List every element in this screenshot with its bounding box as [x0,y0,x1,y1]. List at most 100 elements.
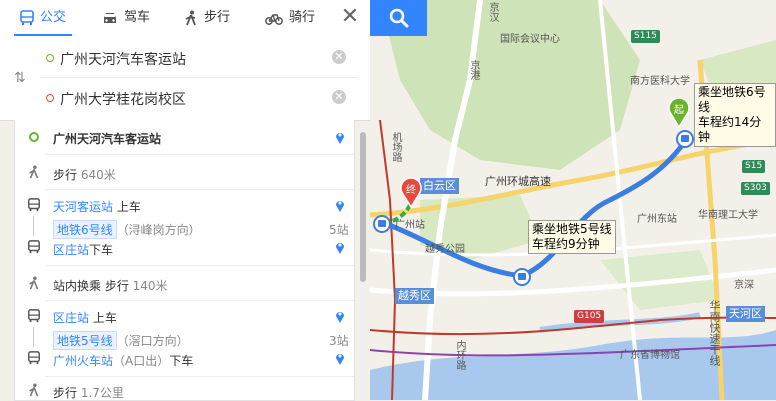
alight-2-text: 广州火车站（A口出）下车 [53,352,193,369]
destination-input[interactable]: 广州大学桂花岗校区 [60,89,186,109]
route-steps: 广州天河汽车客运站 步行 640米 天河客运站 上车 地铁6号线 （浔峰岗方向） … [14,120,355,401]
transfer-text: 站内换乘 步行 140米 [53,277,168,294]
shield-s15: S15 [742,160,766,173]
alight-1-action: 下车 [89,243,114,257]
map-label-neihuan: 内环路 [454,340,465,370]
line-2-direction: （滘口方向） [116,334,189,348]
location-pin-icon[interactable] [335,309,345,323]
walk-icon [29,165,39,179]
step-start: 广州天河汽车客运站 [15,120,354,154]
callout-line6: 乘坐地铁6号线 车程约14分钟 [694,83,776,147]
metro-station-icon[interactable] [513,268,531,286]
line-1-direction: （浔峰岗方向） [116,223,201,237]
transfer-label: 站内换乘 步行 [53,279,129,293]
origin-input[interactable]: 广州天河汽车客运站 [60,49,186,69]
transfer-distance: 140米 [132,279,168,293]
destination-field[interactable]: 广州大学桂花岗校区 ✕ [40,78,346,118]
map-label-museum: 广东省博物馆 [620,350,680,361]
shield-g105: G105 [574,310,605,323]
line-6-tag[interactable]: 地铁6号线 [53,220,117,239]
map-label-guangzhou-east: 广州东站 [637,214,677,225]
walk-icon [29,383,39,397]
mode-tabs: 公交 驾车 步行 骑行 ✕ [0,0,370,37]
step-walk-2[interactable]: 步行 1.7公里 [15,377,354,401]
alight-1-station[interactable]: 区庄站 [53,243,89,257]
tab-transit-label: 公交 [40,10,67,25]
map-label-yuexiu-park: 越秀公园 [425,244,465,255]
start-circle-icon [29,132,39,142]
line-1-stops: 5站 [329,223,349,237]
walk-2-distance: 1.7公里 [80,386,124,400]
start-pin-icon[interactable]: 起 [668,98,690,128]
end-pin-icon[interactable]: 终 [400,178,422,208]
board-1-text: 天河客运站 上车 [53,198,141,215]
board-1-action: 上车 [116,200,141,214]
start-station: 广州天河汽车客运站 [53,132,162,146]
metro-icon [28,351,40,365]
walk-1-text: 步行 640米 [53,166,116,183]
walk-1-label: 步行 [53,168,78,182]
clear-destination-icon[interactable]: ✕ [332,90,346,104]
map-label-jingwang: 京港 [468,60,479,80]
swap-icon[interactable]: ⇅ [14,70,26,86]
tab-bike[interactable]: 骑行 [265,0,315,36]
origin-field[interactable]: 广州天河汽车客运站 ✕ [40,38,346,78]
tab-walk[interactable]: 步行 [184,0,230,36]
callout-line6-time: 车程约14分钟 [698,115,762,144]
walk-2-text: 步行 1.7公里 [53,384,124,401]
metro-station-icon[interactable] [676,130,694,148]
metro-station-icon[interactable] [373,215,391,233]
map-label-jichang: 机场路 [390,132,401,162]
scrollbar-thumb[interactable] [360,132,366,282]
board-2-action: 上车 [92,311,117,325]
district-yuexiu: 越秀区 [395,288,434,304]
board-2-station[interactable]: 区庄站 [53,311,89,325]
bike-icon [265,13,283,25]
metro-icon [28,309,40,323]
clear-origin-icon[interactable]: ✕ [332,50,346,64]
step-walk-1[interactable]: 步行 640米 [15,155,354,189]
board-1-station[interactable]: 天河客运站 [53,200,113,214]
alight-2-exit: （A口出） [113,354,170,368]
destination-dot-icon [46,94,54,102]
tab-bike-label: 骑行 [289,10,316,25]
alight-1-text: 区庄站下车 [53,241,113,258]
map-label-jingxi: 京汉 [487,2,498,22]
callout-line6-title: 乘坐地铁6号线 [698,85,766,114]
step-transfer[interactable]: 站内换乘 步行 140米 [15,266,354,300]
map-label-jingyue: 京深 [734,280,754,291]
tab-walk-label: 步行 [204,10,231,25]
location-pin-icon[interactable] [335,240,345,254]
walk-2-label: 步行 [53,386,78,400]
metro-icon [28,240,40,254]
search-button[interactable] [370,0,427,36]
metro-icon [28,198,40,212]
map-label-guangzhou-station: 广州站 [395,220,425,231]
location-pin-icon[interactable] [335,198,345,212]
search-icon [389,8,409,28]
location-pin-icon[interactable] [335,130,345,144]
step-line-5[interactable]: 区庄站 上车 地铁5号线 （滘口方向） 3站 广州火车站（A口出）下车 [15,301,354,373]
callout-line5-title: 乘坐地铁5号线 [532,222,612,236]
step-line-6[interactable]: 天河客运站 上车 地铁6号线 （浔峰岗方向） 5站 区庄站下车 [15,190,354,262]
district-baiyun: 白云区 [420,178,459,194]
shield-s303: S303 [741,182,770,195]
map-label-huanan-expy: 华南快速干线 [708,300,721,366]
board-2-text: 区庄站 上车 [53,309,117,326]
line-5-tag[interactable]: 地铁5号线 [53,331,117,350]
callout-line5: 乘坐地铁5号线 车程约9分钟 [528,220,616,254]
route-inputs: ⇅ 广州天河汽车客运站 ✕ 广州大学桂花岗校区 ✕ [0,36,370,121]
alight-2-action: 下车 [169,354,194,368]
walk-icon [29,276,39,290]
location-pin-icon[interactable] [335,351,345,365]
line-2-text: 地铁5号线 （滘口方向） [53,331,189,350]
close-icon[interactable]: ✕ [338,6,362,30]
bus-icon [20,9,34,25]
tab-transit[interactable]: 公交 [13,0,73,36]
line-2-stops: 3站 [329,334,349,348]
route-connector [33,216,34,236]
map-label-nanfang: 南方医科大学 [630,76,690,87]
tab-drive[interactable]: 驾车 [102,0,150,36]
alight-2-station[interactable]: 广州火车站 [53,354,113,368]
origin-dot-icon [46,54,54,62]
